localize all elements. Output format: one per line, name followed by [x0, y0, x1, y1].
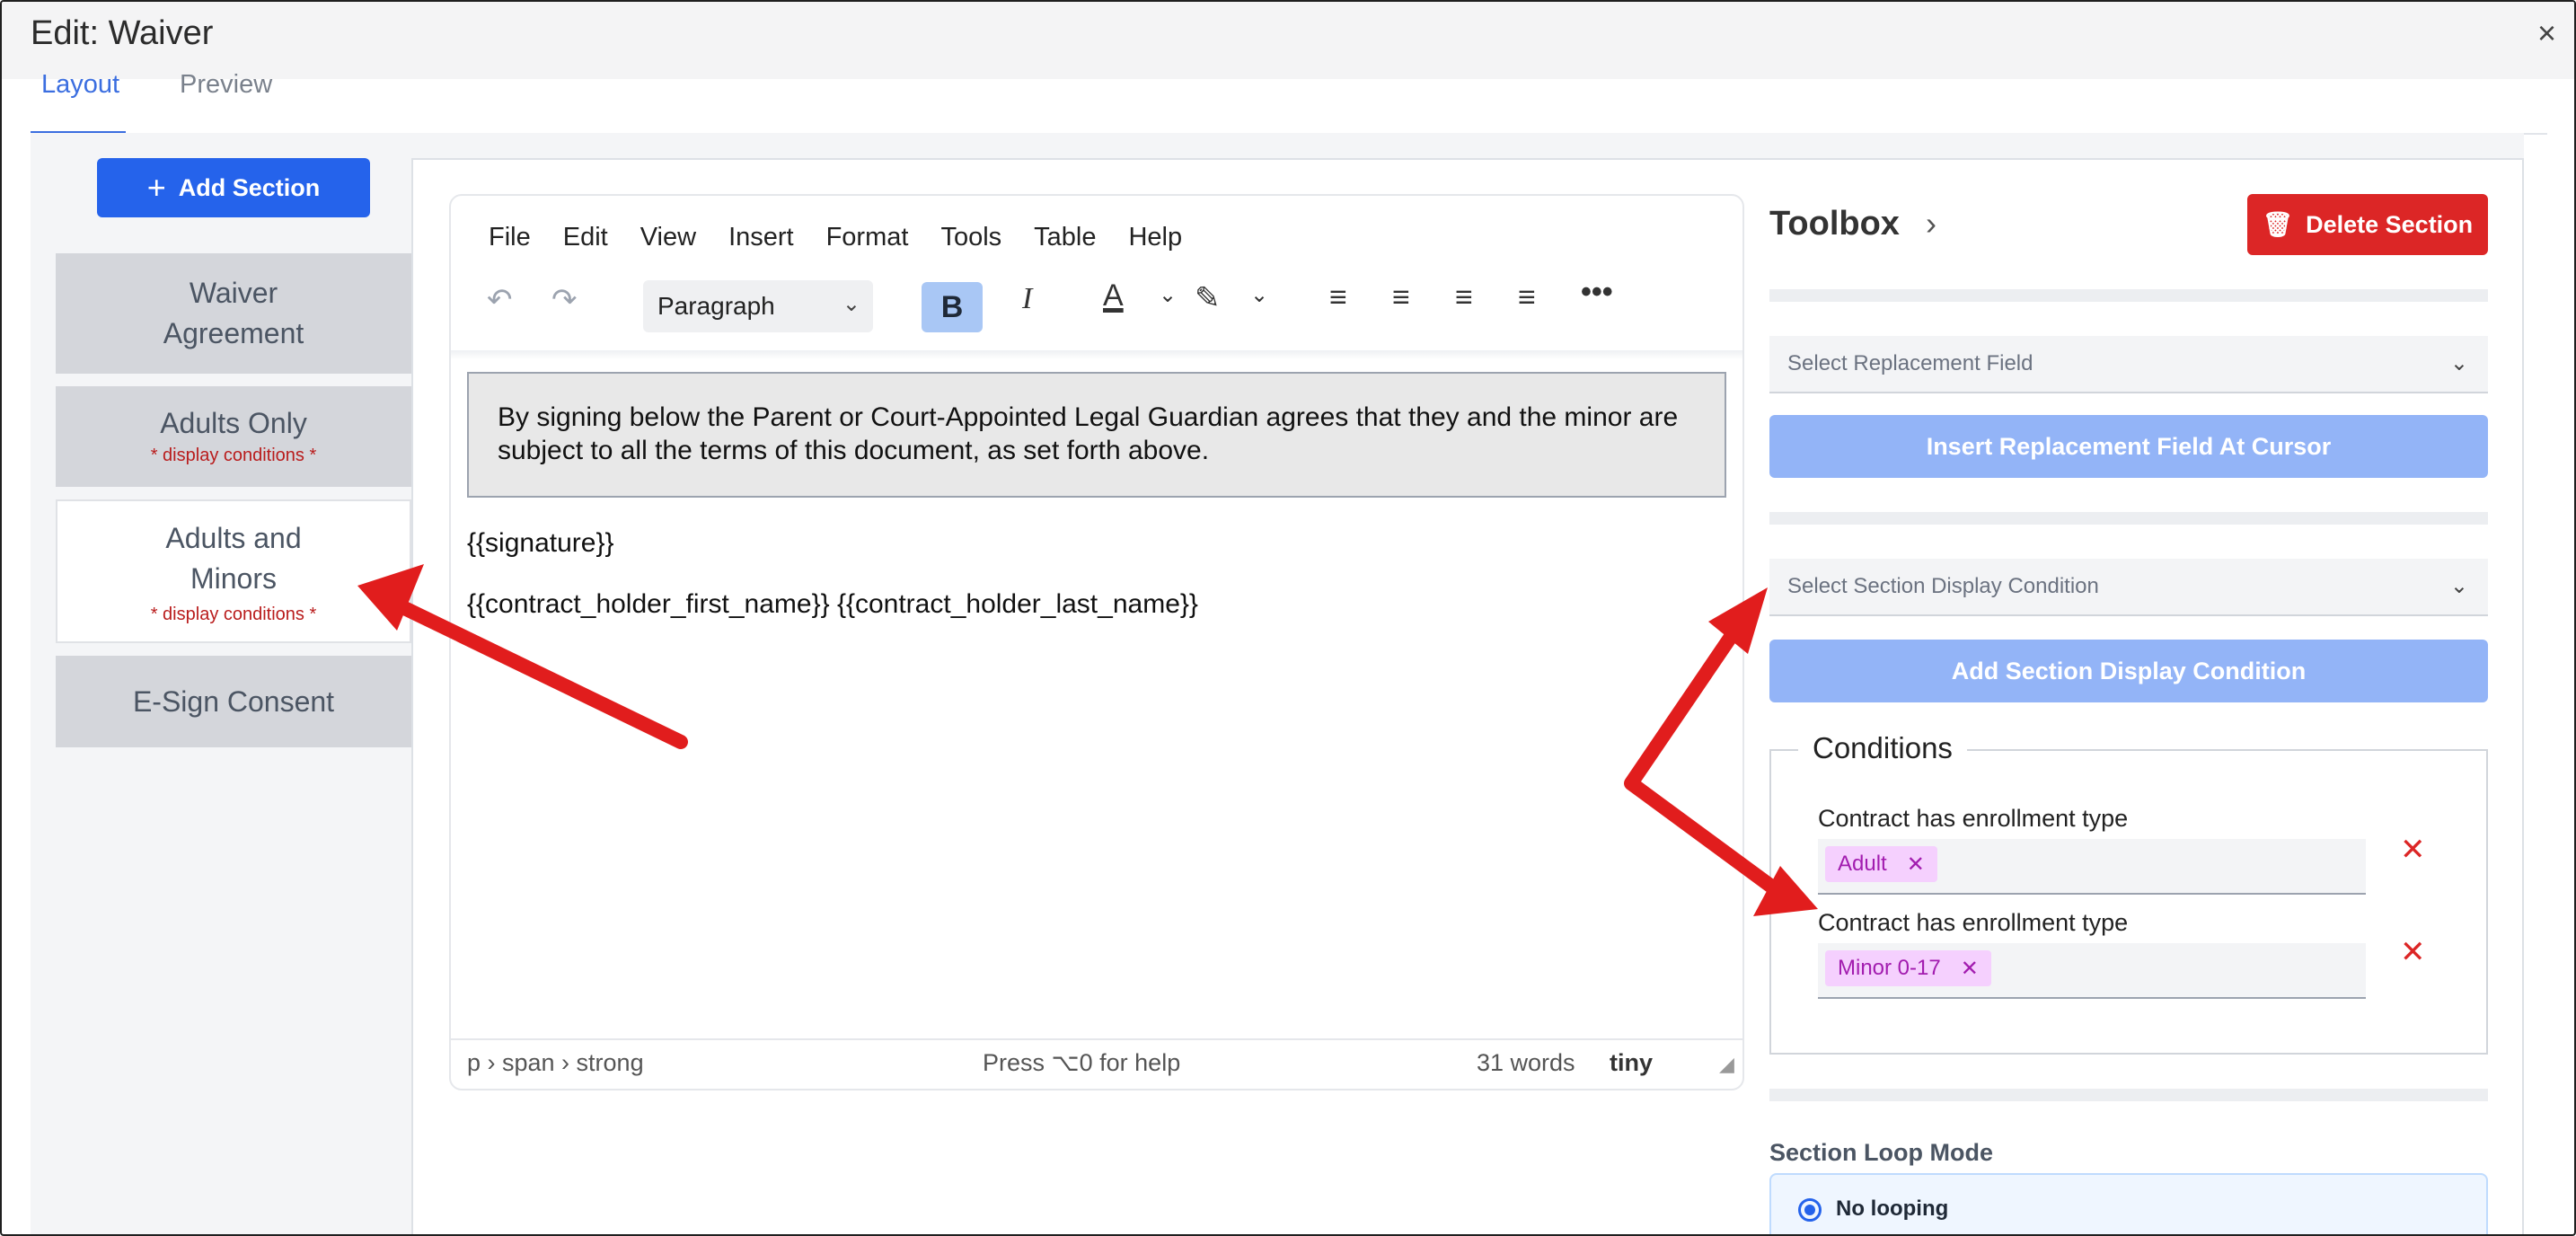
- remove-condition-icon[interactable]: ✕: [2400, 832, 2426, 868]
- condition-label: Contract has enrollment type: [1818, 805, 2129, 832]
- divider: [1769, 512, 2488, 525]
- chevron-down-icon[interactable]: ⌄: [1250, 282, 1268, 308]
- menu-help[interactable]: Help: [1128, 223, 1182, 252]
- chevron-down-icon: ⌄: [842, 292, 860, 316]
- section-label: E-Sign Consent: [132, 684, 335, 718]
- align-left-icon[interactable]: ≡: [1329, 280, 1347, 315]
- section-display-condition-select[interactable]: Select Section Display Condition ⌄: [1769, 559, 2488, 616]
- align-justify-icon[interactable]: ≡: [1518, 280, 1536, 315]
- add-section-label: Add Section: [178, 173, 321, 201]
- tab-preview[interactable]: Preview: [176, 70, 276, 100]
- menu-insert[interactable]: Insert: [728, 223, 794, 252]
- condition-label: Contract has enrollment type: [1818, 909, 2129, 936]
- contract-holder-name-placeholder[interactable]: {{contract_holder_first_name}} {{contrac…: [467, 589, 1198, 620]
- highlighted-paragraph[interactable]: By signing below the Parent or Court-App…: [467, 372, 1726, 498]
- resize-handle-icon[interactable]: ◢: [1719, 1053, 1734, 1076]
- text-color-icon[interactable]: A: [1103, 278, 1124, 313]
- condition-value-input[interactable]: Minor 0-17 ✕: [1818, 943, 2366, 999]
- no-looping-radio[interactable]: [1798, 1198, 1822, 1222]
- block-format-value: Paragraph: [657, 292, 775, 320]
- display-conditions-flag: * display conditions *: [150, 446, 317, 465]
- section-label: Waiver Agreement: [163, 277, 304, 349]
- editor-statusbar: p › span › strong Press ⌥0 for help 31 w…: [451, 1038, 1742, 1089]
- display-conditions-flag: * display conditions *: [150, 604, 317, 624]
- trash-icon: 🗑: [2262, 211, 2294, 238]
- rich-text-editor[interactable]: File Edit View Insert Format Tools Table…: [449, 194, 1744, 1090]
- insert-replacement-field-label: Insert Replacement Field At Cursor: [1926, 432, 2332, 460]
- word-count[interactable]: 31 words: [1477, 1049, 1575, 1077]
- pill-label: Adult: [1838, 852, 1887, 876]
- no-looping-label[interactable]: No looping: [1836, 1196, 1948, 1222]
- menu-file[interactable]: File: [489, 223, 531, 252]
- editor-toolbar: ↶ ↷ Paragraph ⌄ B I A ⌄ ✎ ⌄ ≡ ≡ ≡ ≡ •••: [451, 273, 1742, 349]
- close-icon[interactable]: ×: [2537, 14, 2556, 52]
- condition-value-pill: Adult ✕: [1825, 846, 1937, 882]
- condition-value-input[interactable]: Adult ✕: [1818, 839, 2366, 895]
- pill-remove-icon[interactable]: ✕: [1907, 852, 1925, 878]
- delete-section-label: Delete Section: [2306, 210, 2474, 238]
- menu-table[interactable]: Table: [1034, 223, 1096, 252]
- replacement-field-select[interactable]: Select Replacement Field ⌄: [1769, 336, 2488, 393]
- editor-menubar: File Edit View Insert Format Tools Table…: [489, 223, 1182, 252]
- chevron-down-icon: ⌄: [2449, 351, 2468, 375]
- section-item-e-sign-consent[interactable]: E-Sign Consent: [56, 656, 411, 747]
- insert-replacement-field-button[interactable]: Insert Replacement Field At Cursor: [1769, 415, 2488, 478]
- undo-icon[interactable]: ↶: [487, 282, 513, 318]
- pill-remove-icon[interactable]: ✕: [1961, 956, 1979, 982]
- pill-label: Minor 0-17: [1838, 956, 1941, 980]
- tab-layout-label: Layout: [41, 70, 120, 99]
- element-path[interactable]: p › span › strong: [467, 1049, 644, 1077]
- help-hint: Press ⌥0 for help: [983, 1049, 1181, 1076]
- section-display-condition-placeholder: Select Section Display Condition: [1787, 574, 2099, 598]
- section-item-waiver-agreement[interactable]: Waiver Agreement: [56, 253, 411, 374]
- block-format-select[interactable]: Paragraph ⌄: [643, 280, 873, 332]
- menu-tools[interactable]: Tools: [940, 223, 1001, 252]
- toolbox-title: Toolbox: [1769, 205, 1900, 243]
- section-label: Adults Only: [160, 407, 307, 439]
- loop-mode-options: No looping: [1769, 1173, 2488, 1234]
- menu-format[interactable]: Format: [826, 223, 909, 252]
- conditions-legend: Conditions: [1798, 731, 1967, 765]
- divider: [1769, 289, 2488, 302]
- menu-edit[interactable]: Edit: [563, 223, 608, 252]
- tab-preview-label: Preview: [180, 70, 273, 99]
- more-icon[interactable]: •••: [1581, 275, 1613, 310]
- remove-condition-icon[interactable]: ✕: [2400, 934, 2426, 970]
- section-item-adults-and-minors[interactable]: Adults and Minors * display conditions *: [56, 499, 411, 643]
- modal-title: Edit: Waiver: [31, 14, 214, 52]
- section-label: Adults and Minors: [165, 521, 302, 595]
- section-item-adults-only[interactable]: Adults Only * display conditions *: [56, 386, 411, 487]
- plus-icon: +: [146, 169, 166, 206]
- add-section-button[interactable]: + Add Section: [97, 158, 370, 217]
- add-section-display-condition-button[interactable]: Add Section Display Condition: [1769, 640, 2488, 702]
- menu-view[interactable]: View: [640, 223, 696, 252]
- bold-button[interactable]: B: [922, 282, 983, 332]
- tiny-logo[interactable]: tiny: [1610, 1049, 1653, 1077]
- chevron-down-icon[interactable]: ⌄: [1159, 282, 1177, 308]
- condition-value-pill: Minor 0-17 ✕: [1825, 950, 1991, 986]
- add-section-display-condition-label: Add Section Display Condition: [1951, 657, 2307, 684]
- modal-header: Edit: Waiver ×: [2, 2, 2574, 79]
- divider: [1769, 1089, 2488, 1101]
- chevron-right-icon[interactable]: ›: [1926, 205, 1936, 243]
- align-center-icon[interactable]: ≡: [1392, 280, 1410, 315]
- redo-icon[interactable]: ↷: [551, 282, 578, 318]
- replacement-field-placeholder: Select Replacement Field: [1787, 351, 2033, 375]
- modal-window: Edit: Waiver × Layout Preview + Add Sect…: [0, 0, 2576, 1236]
- chevron-down-icon: ⌄: [2449, 574, 2468, 598]
- conditions-fieldset: Conditions Contract has enrollment type …: [1769, 731, 2488, 1055]
- highlight-color-icon[interactable]: ✎: [1195, 280, 1221, 316]
- section-loop-mode-label: Section Loop Mode: [1769, 1139, 1993, 1166]
- tab-bar: Layout Preview: [31, 70, 2547, 135]
- delete-section-button[interactable]: 🗑 Delete Section: [2247, 194, 2488, 255]
- tab-layout[interactable]: Layout: [38, 70, 123, 100]
- align-right-icon[interactable]: ≡: [1455, 280, 1473, 315]
- signature-placeholder[interactable]: {{signature}}: [467, 528, 614, 559]
- toolbar-shadow: [451, 350, 1742, 359]
- italic-button[interactable]: I: [1022, 282, 1032, 316]
